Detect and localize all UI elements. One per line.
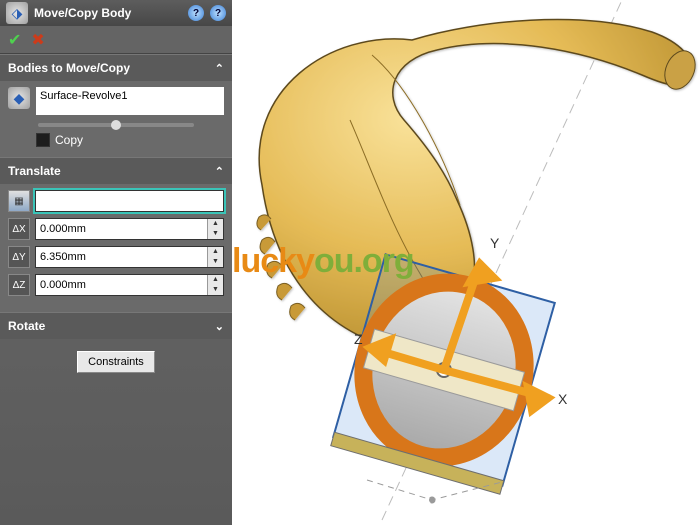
translate-target-field[interactable] [35,190,224,212]
delta-y-icon: ΔY [8,246,30,268]
translate-section-title: Translate [8,164,61,178]
delta-x-icon: ΔX [8,218,30,240]
rotate-section-header[interactable]: Rotate ⌄ [0,312,232,339]
bodies-list[interactable]: Surface-Revolve1 [36,87,224,115]
spin-up-button[interactable]: ▲ [208,247,223,257]
spin-down-button[interactable]: ▼ [208,229,223,239]
spin-up-button[interactable]: ▲ [208,219,223,229]
chevron-down-icon: ⌄ [215,320,224,333]
copy-label: Copy [55,133,83,147]
bodies-list-scrollbar[interactable] [38,123,194,127]
rotate-section-title: Rotate [8,319,45,333]
spin-down-button[interactable]: ▼ [208,257,223,267]
panel-title-bar: ⬗ Move/Copy Body ? ? [0,0,232,26]
constraints-button[interactable]: Constraints [77,351,155,373]
help-icon-2[interactable]: ? [210,5,226,21]
delta-y-spinner: ▲ ▼ [207,247,223,267]
delta-z-input[interactable] [36,275,207,295]
delta-y-field[interactable]: ▲ ▼ [35,246,224,268]
delta-z-field[interactable]: ▲ ▼ [35,274,224,296]
panel-title: Move/Copy Body [34,6,182,20]
chevron-up-icon: ⌃ [215,62,224,75]
scrollbar-thumb[interactable] [111,120,121,130]
axis-x-label: X [558,391,568,407]
spin-up-button[interactable]: ▲ [208,275,223,285]
axis-y-label: Y [490,235,500,251]
property-manager-panel: ⬗ Move/Copy Body ? ? ✔ ✖ Bodies to Move/… [0,0,232,525]
translate-section-body: ▦ ΔX ▲ ▼ ΔY ▲ ▼ [0,184,232,312]
confirm-row: ✔ ✖ [0,26,232,54]
rotate-section-body: Constraints [0,339,232,385]
delta-x-input[interactable] [36,219,207,239]
triad-x-arrow-icon [528,388,548,410]
bodies-section-header[interactable]: Bodies to Move/Copy ⌃ [0,54,232,81]
bodies-section-title: Bodies to Move/Copy [8,61,130,75]
viewport-svg: Y X Z [232,0,700,525]
help-icon[interactable]: ? [188,5,204,21]
chevron-up-icon: ⌃ [215,165,224,178]
graphics-viewport[interactable]: Y X Z [232,0,700,525]
body-list-icon: ◆ [8,87,30,109]
delta-x-field[interactable]: ▲ ▼ [35,218,224,240]
spin-down-button[interactable]: ▼ [208,285,223,295]
bodies-section-body: ◆ Surface-Revolve1 Copy [0,81,232,157]
translate-mode-icon[interactable]: ▦ [8,190,30,212]
axis-z-label: Z [354,331,363,347]
delta-x-spinner: ▲ ▼ [207,219,223,239]
copy-checkbox[interactable] [36,133,50,147]
translate-target-input[interactable] [36,191,223,211]
bodies-list-item[interactable]: Surface-Revolve1 [40,90,127,102]
ok-button[interactable]: ✔ [8,30,21,50]
feature-icon: ⬗ [6,2,28,24]
translate-section-header[interactable]: Translate ⌃ [0,157,232,184]
delta-y-input[interactable] [36,247,207,267]
cancel-button[interactable]: ✖ [31,30,44,50]
delta-z-icon: ΔZ [8,274,30,296]
delta-z-spinner: ▲ ▼ [207,275,223,295]
